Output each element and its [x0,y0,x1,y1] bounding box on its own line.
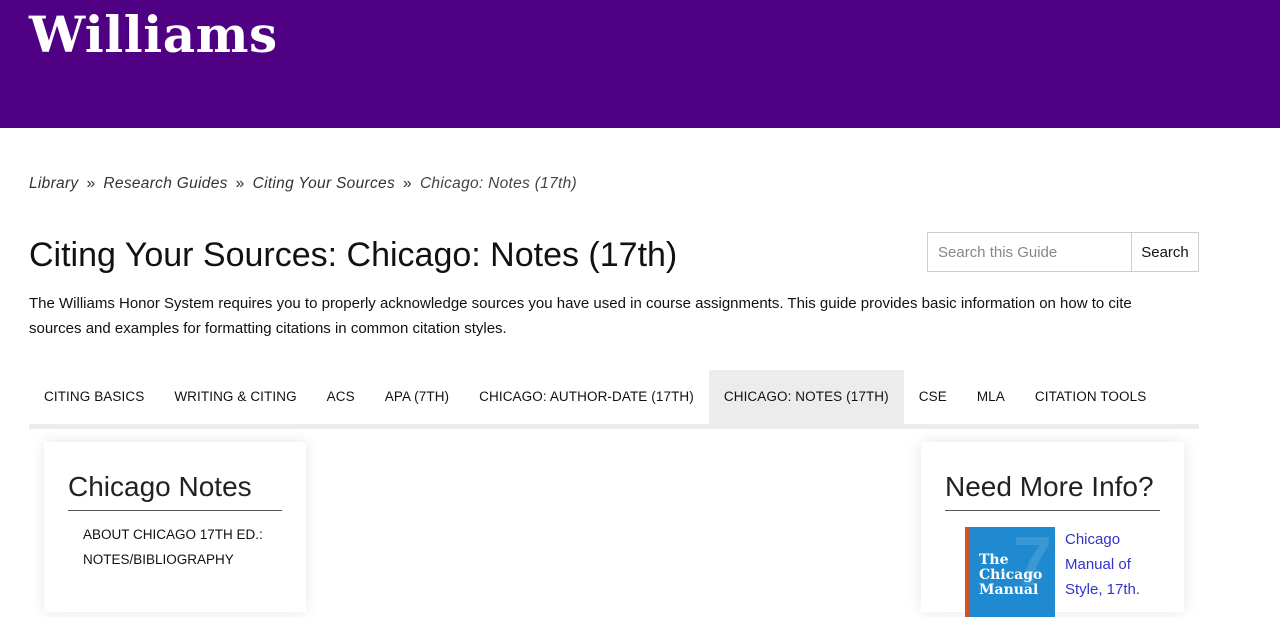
search-button[interactable]: Search [1131,232,1199,272]
breadcrumb-separator: » [403,175,412,192]
williams-logo[interactable]: Williams [29,4,278,66]
breadcrumb-separator: » [235,175,245,192]
chicago-notes-box: Chicago Notes ABOUT CHICAGO 17TH ED.: NO… [44,442,306,612]
breadcrumb: Library » Research Guides » Citing Your Sour… [29,175,577,193]
box-title: Chicago Notes [68,471,252,502]
guide-search: Search [927,232,1199,272]
side-nav-link-about-chicago[interactable]: ABOUT CHICAGO 17TH ED.: NOTES/BIBLIOGRAP… [83,522,283,572]
tab-acs[interactable]: ACS [312,370,370,424]
book-cover-title: The Chicago Manual [979,552,1043,598]
breadcrumb-research-guides[interactable]: Research Guides [103,175,227,192]
guide-tabs: CITING BASICS WRITING & CITING ACS APA (… [29,370,1199,429]
box-divider [945,510,1160,511]
book-link[interactable]: Chicago Manual of Style, 17th. [1065,527,1165,602]
site-header: Williams [0,0,1280,128]
box-title: Need More Info? [945,471,1154,502]
book-cover-image[interactable]: 7 The Chicago Manual [965,527,1055,617]
need-more-info-box: Need More Info? 7 The Chicago Manual Chi… [921,442,1184,617]
page-title: Citing Your Sources: Chicago: Notes (17t… [29,236,678,274]
tab-writing-citing[interactable]: WRITING & CITING [159,370,311,424]
breadcrumb-current: Chicago: Notes (17th) [419,175,578,192]
box-divider [68,510,282,511]
tab-citing-basics[interactable]: CITING BASICS [29,370,159,424]
book-spine [965,527,970,617]
tab-apa[interactable]: APA (7TH) [370,370,464,424]
breadcrumb-library[interactable]: Library [29,175,78,192]
tab-chicago-notes[interactable]: CHICAGO: NOTES (17TH) [708,370,904,424]
tab-mla[interactable]: MLA [962,370,1020,424]
breadcrumb-citing-your-sources[interactable]: Citing Your Sources [253,175,395,192]
tab-citation-tools[interactable]: CITATION TOOLS [1020,370,1161,424]
tab-chicago-author-date[interactable]: CHICAGO: AUTHOR-DATE (17TH) [464,370,709,424]
search-input[interactable] [927,232,1131,272]
breadcrumb-separator: » [86,175,96,192]
tab-cse[interactable]: CSE [904,370,962,424]
guide-description: The Williams Honor System requires you t… [29,295,1132,337]
